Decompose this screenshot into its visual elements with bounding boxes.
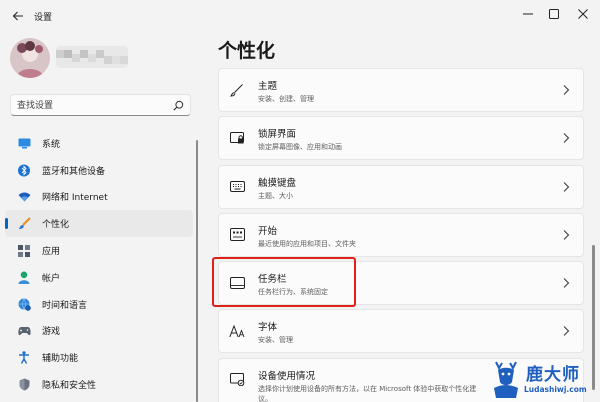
avatar[interactable] (10, 38, 50, 78)
sidebar-item-system[interactable]: 系统 (5, 130, 193, 157)
wifi-icon (17, 190, 31, 204)
account-icon (17, 270, 31, 284)
taskbar-icon (229, 275, 245, 291)
sidebar-item-label: 应用 (42, 247, 61, 258)
sidebar-item-label: 蓝牙和其他设备 (42, 166, 106, 177)
gamepad-icon (17, 324, 31, 338)
chevron-right-icon (563, 181, 570, 192)
page-title: 个性化 (218, 40, 276, 62)
back-button[interactable] (8, 6, 28, 26)
card-subtitle: 选择你计划使用设备的所有方法，以在 Microsoft 体验中获取个性化建议。 (258, 384, 477, 402)
font-icon (229, 323, 245, 339)
sidebar-item-bluetooth[interactable]: 蓝牙和其他设备 (5, 157, 193, 184)
card-title: 开始 (258, 225, 278, 237)
close-button[interactable] (560, 0, 600, 28)
device-usage-icon (229, 372, 245, 388)
pen-icon (229, 82, 245, 98)
card-lock-screen[interactable]: 锁屏界面 锁定屏幕图像、应用和动画 (218, 116, 584, 161)
card-title: 设备使用情况 (258, 370, 316, 382)
sidebar-item-label: 时间和语言 (42, 300, 88, 311)
deer-logo-icon (494, 361, 518, 398)
keyboard-icon (229, 179, 245, 195)
sidebar-item-label: 帐户 (42, 273, 61, 284)
chevron-right-icon (563, 133, 570, 144)
card-title: 触摸键盘 (258, 177, 297, 189)
sidebar-item-label: 系统 (42, 139, 61, 150)
sidebar-item-label: 辅助功能 (42, 354, 79, 365)
sidebar-item-privacy-security[interactable]: 隐私和安全性 (5, 371, 193, 398)
sidebar-item-accessibility[interactable]: 辅助功能 (5, 344, 193, 371)
search-box[interactable] (10, 94, 191, 116)
card-subtitle: 最近使用的应用和项目、文件夹 (258, 239, 356, 248)
card-title: 任务栏 (258, 274, 287, 286)
watermark: 鹿大师 Ludashiwj.com (486, 356, 600, 402)
sidebar-item-label: 个性化 (42, 220, 70, 231)
search-icon[interactable] (173, 100, 184, 111)
globe-clock-icon (17, 297, 31, 311)
watermark-brand: 鹿大师 (526, 365, 580, 385)
search-input[interactable] (17, 98, 167, 113)
sidebar-item-label: 隐私和安全性 (42, 381, 97, 392)
sidebar-item-network[interactable]: 网络和 Internet (5, 184, 193, 211)
bluetooth-icon (17, 163, 31, 177)
chevron-right-icon (563, 278, 570, 289)
shield-icon (17, 378, 31, 392)
card-title: 主题 (258, 81, 278, 92)
selection-indicator (5, 218, 8, 230)
watermark-url: Ludashiwj.com (524, 385, 587, 394)
title-bar: 设置 (0, 0, 600, 32)
username-redacted (56, 46, 128, 68)
card-taskbar[interactable]: 任务栏 任务栏行为、系统固定 (218, 261, 584, 306)
accessibility-icon (17, 351, 31, 365)
avatar-image (10, 38, 50, 78)
back-arrow-icon (12, 11, 23, 21)
sidebar-item-accounts[interactable]: 帐户 (5, 264, 193, 291)
start-icon (229, 227, 245, 243)
sidebar-nav: 系统 蓝牙和其他设备 网络和 Internet 个性化 应用 帐户 时间和语言 … (0, 130, 200, 398)
sidebar-item-label: 网络和 Internet (42, 193, 108, 204)
monitor-icon (17, 136, 31, 150)
lock-screen-icon (229, 130, 245, 146)
sidebar-item-apps[interactable]: 应用 (5, 237, 193, 264)
card-subtitle: 任务栏行为、系统固定 (258, 288, 328, 297)
card-title: 锁屏界面 (258, 129, 297, 141)
card-title: 字体 (258, 322, 278, 334)
card-touch-keyboard[interactable]: 触摸键盘 主题、大小 (218, 164, 584, 209)
sidebar-item-personalization[interactable]: 个性化 (5, 210, 193, 238)
settings-window: 设置 查找设置 系统 蓝牙和其他设备 网络和 Internet 个性化 应用 帐… (0, 0, 600, 402)
card-subtitle: 安装、创建、管理 (258, 95, 314, 103)
sidebar-item-gaming[interactable]: 游戏 (5, 318, 193, 345)
apps-icon (17, 244, 31, 258)
card-start[interactable]: 开始 最近使用的应用和项目、文件夹 (218, 212, 584, 257)
settings-card-list: 主题 安装、创建、管理 锁屏界面 锁定屏幕图像、应用和动画 触摸键盘 主题、大小… (218, 68, 584, 402)
card-subtitle: 安装、管理 (258, 336, 293, 345)
pixelated-username-image (56, 46, 128, 68)
sidebar-item-time-language[interactable]: 时间和语言 (5, 291, 193, 318)
card-subtitle: 锁定屏幕图像、应用和动画 (258, 143, 342, 152)
sidebar-item-label: 游戏 (42, 327, 61, 338)
chevron-right-icon (563, 230, 570, 240)
brush-icon (17, 217, 31, 231)
app-title: 设置 (34, 13, 53, 23)
card-subtitle: 主题、大小 (258, 191, 293, 200)
card-themes[interactable]: 主题 安装、创建、管理 (218, 68, 584, 112)
card-fonts[interactable]: 字体 安装、管理 (218, 309, 584, 354)
maximize-icon (549, 9, 559, 19)
chevron-right-icon (563, 85, 570, 95)
sidebar-scrollbar[interactable] (196, 140, 198, 402)
chevron-right-icon (563, 326, 570, 337)
close-icon (578, 9, 588, 19)
